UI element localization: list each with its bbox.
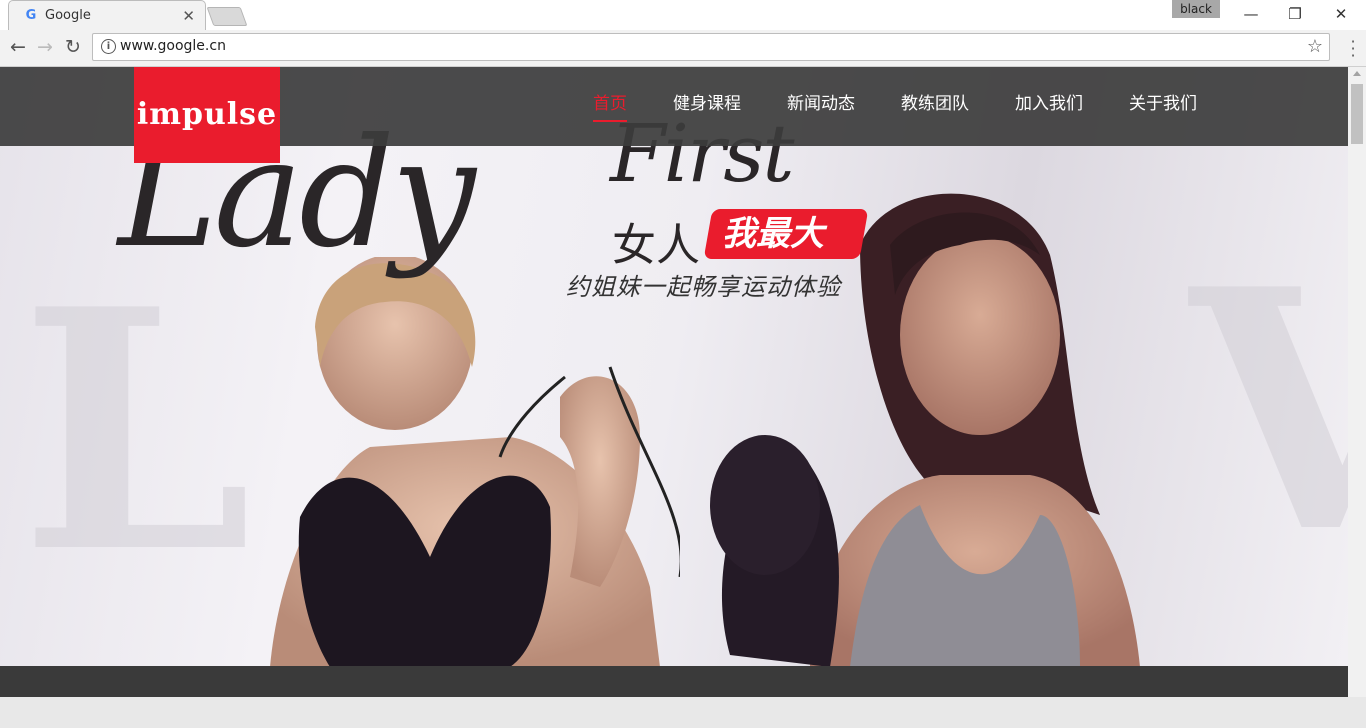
- window-bottom-bar: [0, 697, 1366, 728]
- tab-strip: G Google ✕ black — ❐ ✕: [0, 0, 1366, 30]
- nav-item-news[interactable]: 新闻动态: [787, 67, 855, 146]
- forward-icon[interactable]: →: [34, 37, 56, 59]
- close-window-icon[interactable]: ✕: [1318, 4, 1364, 26]
- bookmark-star-icon[interactable]: ☆: [1307, 36, 1323, 57]
- new-tab-button[interactable]: [206, 7, 248, 26]
- nav-item-coaches[interactable]: 教练团队: [901, 67, 969, 146]
- nav-item-courses[interactable]: 健身课程: [673, 67, 741, 146]
- main-nav: 首页 健身课程 新闻动态 教练团队 加入我们 关于我们: [593, 67, 1243, 146]
- minimize-icon[interactable]: —: [1228, 4, 1274, 26]
- browser-toolbar: ← → ↻ i www.google.cn ☆ · · ·: [0, 30, 1366, 67]
- hero-slogan-badge: 我最大: [722, 214, 824, 254]
- nav-item-about[interactable]: 关于我们: [1129, 67, 1197, 146]
- scroll-up-icon[interactable]: [1353, 71, 1361, 76]
- reload-icon[interactable]: ↻: [62, 37, 84, 59]
- url-text[interactable]: www.google.cn: [120, 38, 226, 54]
- content-band: [0, 666, 1348, 697]
- close-tab-icon[interactable]: ✕: [182, 7, 195, 25]
- restore-icon[interactable]: ❐: [1272, 4, 1318, 26]
- hero-slogan-main: 女人: [612, 220, 700, 271]
- scrollbar-thumb[interactable]: [1351, 84, 1363, 144]
- address-bar[interactable]: i www.google.cn ☆: [92, 33, 1330, 61]
- page-viewport: L V Lady First 女人 我最大 约姐妹一起畅享运动体验 首页 健身课…: [0, 67, 1348, 697]
- site-logo[interactable]: impulse: [134, 67, 280, 163]
- browser-tab[interactable]: G Google ✕: [8, 0, 206, 30]
- google-g-icon: G: [25, 8, 37, 23]
- tab-title: Google: [45, 8, 91, 23]
- nav-item-home[interactable]: 首页: [593, 67, 627, 146]
- browser-menu-icon[interactable]: · · ·: [1345, 34, 1361, 64]
- site-info-icon[interactable]: i: [101, 39, 116, 54]
- background-letter: V: [1190, 217, 1348, 605]
- profile-badge[interactable]: black: [1172, 0, 1220, 18]
- back-icon[interactable]: ←: [7, 37, 29, 59]
- page-scrollbar[interactable]: [1348, 67, 1366, 697]
- woman-left-image: [270, 257, 680, 667]
- hero-subslogan: 约姐妹一起畅享运动体验: [566, 273, 841, 301]
- nav-item-join[interactable]: 加入我们: [1015, 67, 1083, 146]
